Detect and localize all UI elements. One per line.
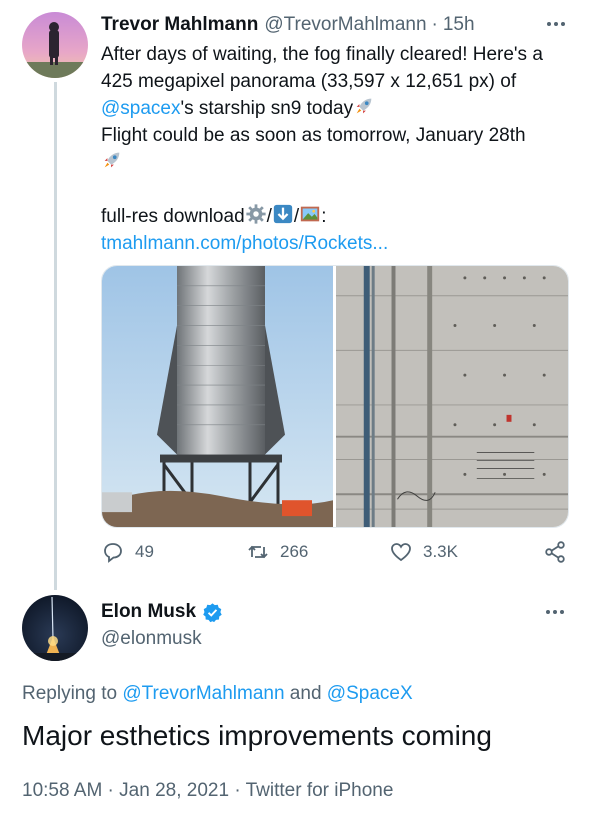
tweet1-header: Trevor Mahlmann @TrevorMahlmann · 15h <box>101 12 571 38</box>
reply-mention-spacex[interactable]: @SpaceX <box>327 683 413 704</box>
rocket-emoji-icon <box>104 152 120 168</box>
tweet1-download-line: full-res download / /: <box>101 203 571 230</box>
tweet2-text: Major esthetics improvements coming <box>22 720 492 751</box>
tweet1-line3: @spacex's starship sn9 today <box>101 95 571 122</box>
more-dot-icon <box>554 22 558 26</box>
reply-button[interactable]: 49 <box>101 540 154 564</box>
tweet2-display-name-row: Elon Musk <box>101 601 223 623</box>
reply-count: 49 <box>135 542 154 561</box>
tweet2-date[interactable]: Jan 28, 2021 <box>119 780 229 801</box>
gear-emoji-icon <box>246 204 266 224</box>
tweet1-line4: Flight could be as soon as tomorrow, Jan… <box>101 125 526 146</box>
tweet1-handle[interactable]: @TrevorMahlmann <box>264 14 426 36</box>
tweet2-more-button[interactable] <box>540 600 570 624</box>
retweet-button[interactable]: 266 <box>246 540 308 564</box>
starship-panorama-image[interactable] <box>102 266 333 527</box>
meta-separator: · <box>229 780 246 801</box>
framed-picture-emoji-icon <box>301 206 320 222</box>
reply-icon <box>104 543 122 563</box>
starship-hull-closeup-image[interactable] <box>336 266 568 527</box>
tweet2-time[interactable]: 10:58 AM <box>22 780 102 801</box>
tweet2-source[interactable]: Twitter for iPhone <box>246 780 394 801</box>
retweet-icon <box>248 545 268 559</box>
replying-prefix: Replying to <box>22 683 123 704</box>
tweet2-meta: 10:58 AM · Jan 28, 2021 · Twitter for iP… <box>22 780 393 802</box>
tweet1-line1: After days of waiting, the fog finally c… <box>101 44 543 65</box>
tweet1-blank-line <box>101 176 571 203</box>
replying-to-line: Replying to @TrevorMahlmann and @SpaceX <box>22 683 413 705</box>
elon-avatar[interactable] <box>22 595 88 661</box>
more-dot-icon <box>546 610 550 614</box>
download-link[interactable]: tmahlmann.com/photos/Rockets... <box>101 230 571 257</box>
more-dot-icon <box>547 22 551 26</box>
tweet1-body: Trevor Mahlmann @TrevorMahlmann · 15h Af… <box>101 12 571 257</box>
meta-separator: · <box>102 780 120 801</box>
more-dot-icon <box>553 610 557 614</box>
tweet1-separator: · <box>431 14 438 35</box>
share-button[interactable] <box>543 540 567 564</box>
tweet1-line3-rest: 's starship sn9 today <box>180 98 354 119</box>
colon: : <box>321 206 327 227</box>
down-arrow-emoji-icon <box>273 204 293 224</box>
tweet1-more-button[interactable] <box>541 12 571 36</box>
reply-mention-trevor[interactable]: @TrevorMahlmann <box>122 683 284 704</box>
tweet1-media-grid <box>101 265 569 528</box>
mention-spacex-link[interactable]: @spacex <box>101 98 181 119</box>
tweet2-display-name[interactable]: Elon Musk <box>101 601 196 623</box>
tweet1-line5 <box>101 149 571 176</box>
retweet-count: 266 <box>280 542 309 561</box>
more-dot-icon <box>560 610 564 614</box>
tweet1-action-bar: 49 266 3.3K <box>101 540 571 570</box>
tweet1-line2: 425 megapixel panorama (33,597 x 12,651 … <box>101 71 517 92</box>
tweet1-display-name[interactable]: Trevor Mahlmann <box>101 14 258 36</box>
tweet1-timestamp[interactable]: 15h <box>443 14 475 36</box>
verified-badge-icon <box>203 602 222 622</box>
tweet2-handle[interactable]: @elonmusk <box>101 628 202 650</box>
download-label: full-res download <box>101 206 245 227</box>
share-icon <box>545 541 565 563</box>
tweet1-text: After days of waiting, the fog finally c… <box>101 41 571 257</box>
like-count: 3.3K <box>423 542 458 561</box>
more-dot-icon <box>561 22 565 26</box>
thread-connector-line <box>54 82 57 590</box>
heart-icon <box>391 543 411 562</box>
like-button[interactable]: 3.3K <box>389 540 458 564</box>
replying-and: and <box>284 683 327 704</box>
rocket-emoji-icon <box>356 98 372 114</box>
trevor-avatar[interactable] <box>22 12 88 78</box>
